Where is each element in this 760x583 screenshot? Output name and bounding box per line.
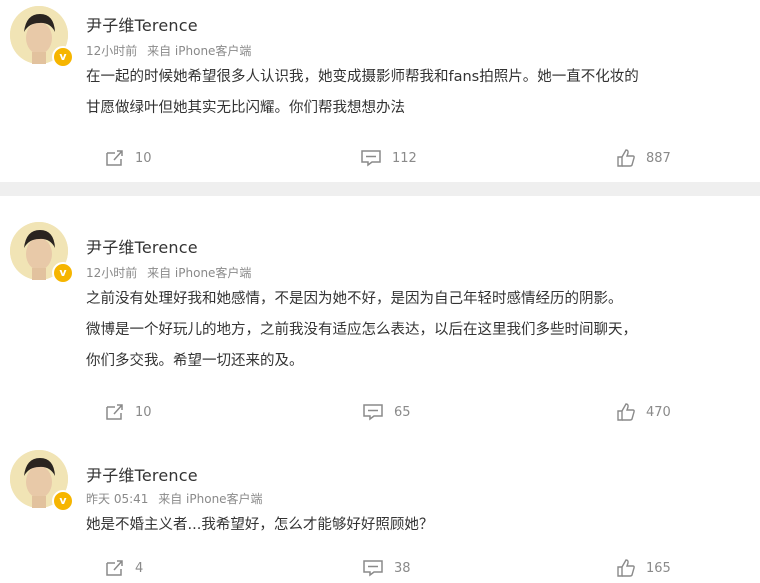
thumbs-up-icon <box>617 559 635 577</box>
comment-icon <box>363 404 383 421</box>
comment-icon <box>363 560 383 577</box>
post-text-line: 微博是一个好玩儿的地方，之前我没有适应怎么表达，以后在这里我们多些时间聊天， <box>86 322 637 338</box>
thumbs-up-icon <box>617 403 635 421</box>
post-meta: 12小时前 来自 iPhone客户端 <box>86 264 257 281</box>
post-meta: 12小时前 来自 iPhone客户端 <box>86 42 257 59</box>
verified-badge-icon: v <box>52 46 74 68</box>
like-count: 470 <box>646 404 671 420</box>
avatar[interactable]: v <box>10 222 74 284</box>
comment-button[interactable]: 65 <box>362 400 411 424</box>
verified-badge-icon: v <box>52 262 74 284</box>
post-source: 来自 iPhone客户端 <box>147 266 252 280</box>
repost-icon <box>106 150 123 166</box>
weibo-post-1: v 尹子维Terence 12小时前 来自 iPhone客户端 在一起的时候她希… <box>0 0 760 182</box>
repost-icon <box>106 404 123 420</box>
post-time[interactable]: 昨天 05:41 <box>86 492 148 506</box>
post-text-line: 她是不婚主义者...我希望好，怎么才能够好好照顾她？ <box>86 517 434 533</box>
repost-count: 10 <box>135 150 152 166</box>
username[interactable]: 尹子维Terence <box>86 462 198 486</box>
comment-count: 38 <box>394 560 411 576</box>
username[interactable]: 尹子维Terence <box>86 12 198 36</box>
post-text: 她是不婚主义者...我希望好，怎么才能够好好照顾她？ <box>86 510 750 541</box>
avatar[interactable]: v <box>10 6 74 68</box>
post-meta: 昨天 05:41 来自 iPhone客户端 <box>86 490 269 507</box>
avatar[interactable]: v <box>10 450 74 512</box>
like-button[interactable]: 887 <box>616 146 671 170</box>
comment-icon <box>361 150 381 167</box>
post-text-line: 甘愿做绿叶但她其实无比闪耀。你们帮我想想办法 <box>86 100 405 116</box>
post-text-line: 你们多交我。希望一切还来的及。 <box>86 353 304 369</box>
comment-count: 112 <box>392 150 417 166</box>
post-source: 来自 iPhone客户端 <box>147 44 252 58</box>
verified-badge-icon: v <box>52 490 74 512</box>
post-text-line: 在一起的时候她希望很多人认识我，她变成摄影师帮我和fans拍照片。她一直不化妆的 <box>86 69 639 85</box>
weibo-post-3: v 尹子维Terence 昨天 05:41 来自 iPhone客户端 她是不婚主… <box>0 436 760 583</box>
comment-button[interactable]: 112 <box>360 146 417 170</box>
like-count: 165 <box>646 560 671 576</box>
like-button[interactable]: 165 <box>616 556 671 580</box>
weibo-post-2: v 尹子维Terence 12小时前 来自 iPhone客户端 之前没有处理好我… <box>0 196 760 436</box>
post-text-line: 之前没有处理好我和她感情，不是因为她不好，是因为自己年轻时感情经历的阴影。 <box>86 291 623 307</box>
repost-count: 10 <box>135 404 152 420</box>
action-bar: 10 112 887 <box>0 146 760 170</box>
repost-icon <box>106 560 123 576</box>
repost-button[interactable]: 10 <box>105 400 152 424</box>
comment-button[interactable]: 38 <box>362 556 411 580</box>
post-time[interactable]: 12小时前 <box>86 44 137 58</box>
username[interactable]: 尹子维Terence <box>86 234 198 258</box>
repost-button[interactable]: 4 <box>105 556 143 580</box>
post-source: 来自 iPhone客户端 <box>158 492 263 506</box>
action-bar: 4 38 165 <box>0 556 760 580</box>
like-button[interactable]: 470 <box>616 400 671 424</box>
post-time[interactable]: 12小时前 <box>86 266 137 280</box>
repost-button[interactable]: 10 <box>105 146 152 170</box>
action-bar: 10 65 470 <box>0 400 760 424</box>
post-text: 在一起的时候她希望很多人认识我，她变成摄影师帮我和fans拍照片。她一直不化妆的… <box>86 62 750 124</box>
like-count: 887 <box>646 150 671 166</box>
repost-count: 4 <box>135 560 144 576</box>
post-text: 之前没有处理好我和她感情，不是因为她不好，是因为自己年轻时感情经历的阴影。 微博… <box>86 284 750 377</box>
thumbs-up-icon <box>617 149 635 167</box>
comment-count: 65 <box>394 404 411 420</box>
